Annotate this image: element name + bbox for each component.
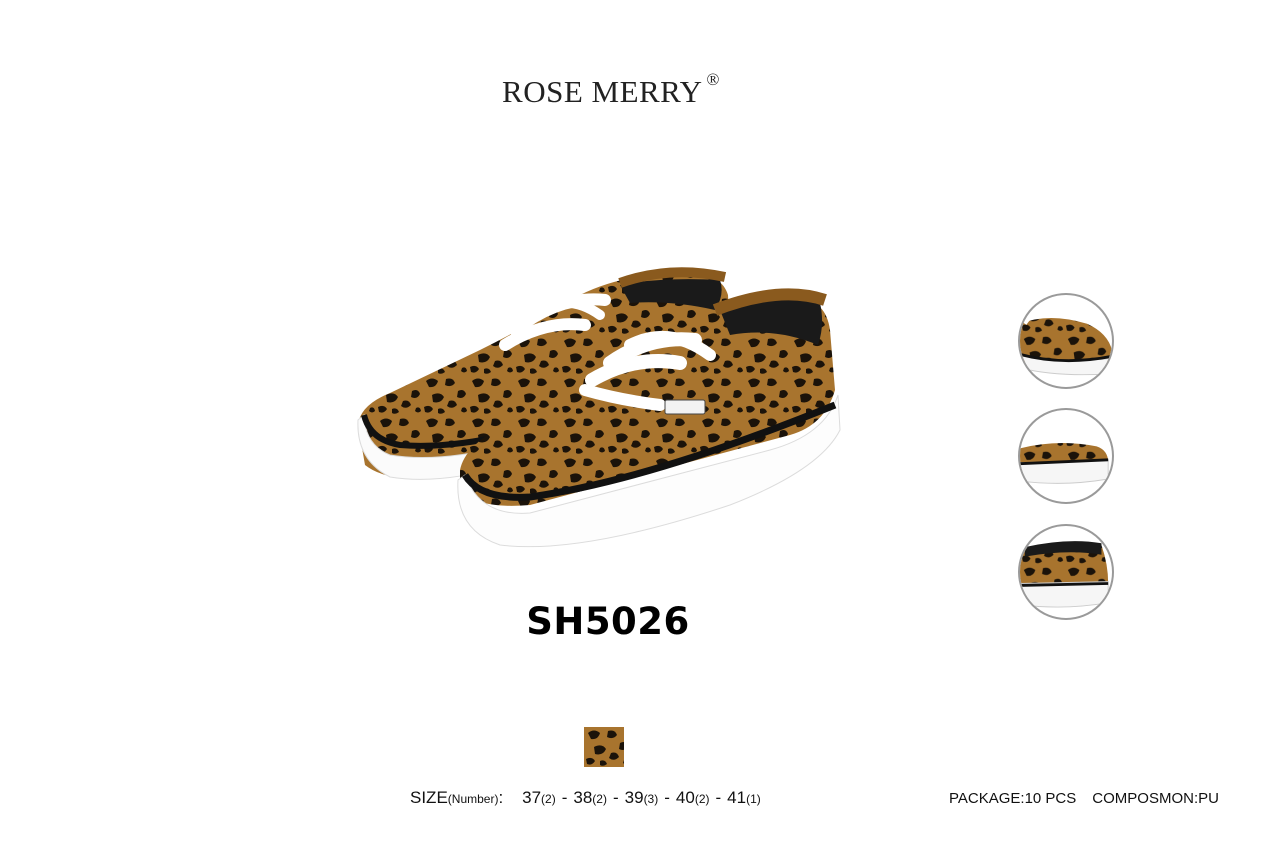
size-item: 37(2) <box>522 788 556 807</box>
size-item: 39(3) <box>624 788 659 807</box>
size-colon: : <box>498 788 504 807</box>
product-main-image <box>330 255 870 565</box>
thumbnail-side-toe[interactable] <box>1018 293 1114 389</box>
size-item: 41(1) <box>727 788 761 807</box>
package-quantity: PACKAGE:10 PCS <box>949 790 1077 807</box>
size-breakdown: SIZE(Number): 37(2) -38(2) -39(3) -40(2) -41… <box>410 788 761 807</box>
size-unit-label: (Number) <box>447 792 499 806</box>
brand-logo: ROSE MERRY ® <box>0 70 1222 110</box>
color-swatch-leopard[interactable] <box>584 727 624 767</box>
size-item: 40(2) <box>675 788 710 807</box>
composition: COMPOSMON:PU <box>1092 790 1219 807</box>
package-info: PACKAGE:10 PCS COMPOSMON:PU <box>949 790 1219 807</box>
size-item: 38(2) <box>573 788 607 807</box>
brand-name: ROSE MERRY <box>502 74 703 109</box>
size-label: SIZE <box>410 788 448 807</box>
thumbnail-heel[interactable] <box>1018 524 1114 620</box>
registered-mark: ® <box>706 70 720 89</box>
thumbnail-side-profile[interactable] <box>1018 408 1114 504</box>
